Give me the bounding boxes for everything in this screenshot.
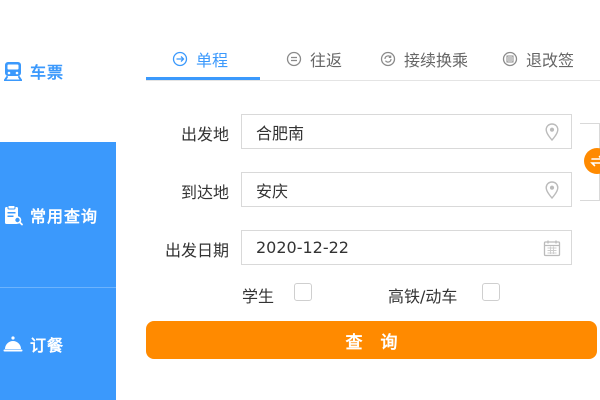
swap-arrows-icon <box>589 153 600 169</box>
from-station-value: 合肥南 <box>256 123 305 143</box>
departure-date-value: 2020-12-22 <box>256 238 349 257</box>
clipboard-search-icon <box>2 204 24 226</box>
train-icon <box>2 60 24 82</box>
sidebar-item-tickets[interactable]: 车票 <box>0 0 116 142</box>
sidebar: 车票 常用查询 订餐 <box>0 0 116 400</box>
dish-cover-icon <box>2 333 24 355</box>
location-pin-icon[interactable] <box>543 123 561 141</box>
ticket-type-tabs: 单程 往返 接续换乘 退改签 <box>146 38 600 81</box>
sidebar-item-meal[interactable]: 订餐 <box>0 288 116 400</box>
date-label: 出发日期 <box>164 241 229 260</box>
arrow-circle-icon <box>172 51 188 67</box>
sidebar-item-label: 常用查询 <box>30 206 99 226</box>
active-tab-indicator <box>146 77 260 80</box>
sidebar-item-label: 订餐 <box>30 336 65 355</box>
tab-label: 单程 <box>196 51 229 70</box>
tab-label: 退改签 <box>526 51 575 70</box>
to-station-value: 安庆 <box>256 181 289 201</box>
departure-date-field[interactable]: 2020-12-22 <box>241 230 572 265</box>
from-station-field[interactable]: 合肥南 <box>241 114 572 149</box>
tab-transfer[interactable]: 接续换乘 <box>380 38 468 80</box>
tab-one-way[interactable]: 单程 <box>172 38 228 80</box>
tab-refund-change[interactable]: 退改签 <box>502 38 574 80</box>
tab-label: 往返 <box>310 51 343 70</box>
calendar-icon[interactable] <box>543 239 561 257</box>
student-checkbox[interactable] <box>294 283 312 301</box>
search-button[interactable]: 查询 <box>146 321 597 359</box>
student-label: 学生 <box>242 287 275 306</box>
tab-round-trip[interactable]: 往返 <box>286 38 342 80</box>
to-label: 到达地 <box>180 183 229 202</box>
highspeed-checkbox[interactable] <box>482 283 500 301</box>
to-station-field[interactable]: 安庆 <box>241 172 572 207</box>
sidebar-item-common-query[interactable]: 常用查询 <box>0 142 116 288</box>
equal-circle-icon <box>286 51 302 67</box>
highspeed-label: 高铁/动车 <box>388 287 458 306</box>
ticket-circle-icon <box>502 51 518 67</box>
from-label: 出发地 <box>180 125 229 144</box>
sidebar-item-label: 车票 <box>30 63 65 82</box>
location-pin-icon[interactable] <box>543 181 561 199</box>
refresh-circle-icon <box>380 51 396 67</box>
tab-label: 接续换乘 <box>404 51 469 70</box>
